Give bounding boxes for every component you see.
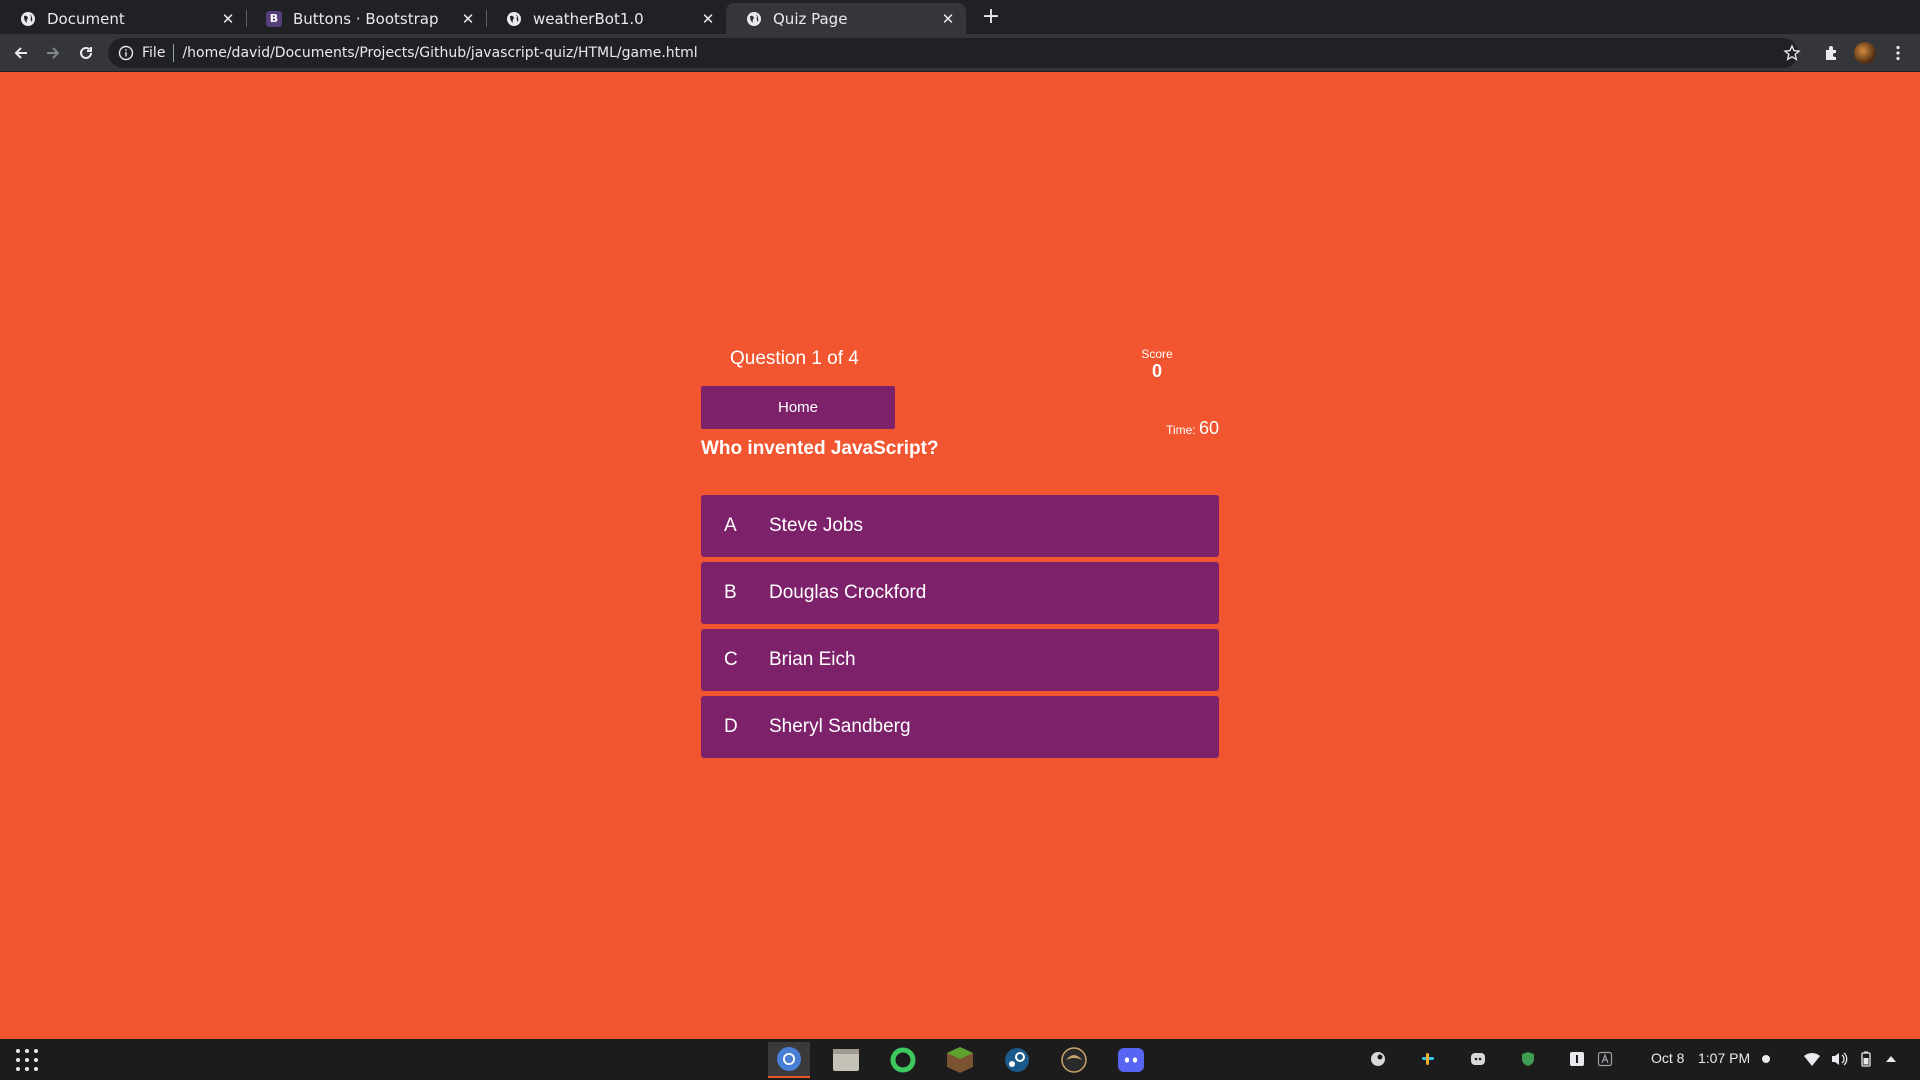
dock-spotify[interactable] <box>882 1042 924 1078</box>
omnibox-divider <box>173 44 175 62</box>
bootstrap-icon: B <box>266 10 282 27</box>
choice-prefix: B <box>724 582 737 603</box>
page-viewport: Question 1 of 4 Score 0 Home Time: 60 Wh… <box>0 73 1920 1039</box>
browser-toolbar: File /home/david/Documents/Projects/Gith… <box>0 34 1920 72</box>
dock-steam[interactable] <box>996 1042 1038 1078</box>
question-progress: Question 1 of 4 <box>730 348 859 369</box>
info-icon[interactable] <box>118 45 134 61</box>
tab-quiz-page[interactable]: Quiz Page ✕ <box>726 3 966 34</box>
chevron-up-icon[interactable] <box>1882 1050 1900 1068</box>
spotify-icon <box>890 1047 916 1073</box>
dock-chrome[interactable] <box>768 1042 810 1078</box>
choice-text: Brian Eich <box>769 649 856 670</box>
tab-title: weatherBot1.0 <box>533 9 644 28</box>
choice-d-button[interactable]: D Sheryl Sandberg <box>701 696 1219 758</box>
dock-files[interactable] <box>825 1042 867 1078</box>
address-bar[interactable]: File /home/david/Documents/Projects/Gith… <box>108 38 1798 68</box>
browser-menu-button[interactable] <box>1886 41 1910 65</box>
close-icon[interactable]: ✕ <box>936 10 960 28</box>
choice-prefix: A <box>724 515 737 536</box>
new-tab-button[interactable]: + <box>976 3 1006 33</box>
forward-button[interactable] <box>41 41 65 65</box>
more-vert-icon <box>1896 45 1900 61</box>
choice-text: Douglas Crockford <box>769 582 927 603</box>
globe-icon <box>20 11 36 27</box>
shield-tray-icon[interactable] <box>1519 1050 1537 1068</box>
profile-avatar[interactable] <box>1854 42 1876 64</box>
score-value: 0 <box>1151 361 1162 381</box>
close-icon[interactable]: ✕ <box>456 10 480 28</box>
discord-tray-icon[interactable] <box>1469 1050 1487 1068</box>
globe-icon <box>506 11 522 27</box>
home-button[interactable]: Home <box>701 386 895 429</box>
dock-app[interactable] <box>1053 1042 1095 1078</box>
choice-b-button[interactable]: B Douglas Crockford <box>701 562 1219 624</box>
workspace-1-icon[interactable] <box>1568 1050 1586 1068</box>
tab-title: Buttons · Bootstrap <box>293 9 439 28</box>
back-button[interactable] <box>9 41 33 65</box>
reload-button[interactable] <box>74 41 98 65</box>
quiz-container: Question 1 of 4 Score 0 Home Time: 60 Wh… <box>701 73 1219 1039</box>
globe-icon <box>746 11 762 27</box>
dock-discord[interactable] <box>1110 1042 1152 1078</box>
tab-buttons-bootstrap[interactable]: B Buttons · Bootstrap ✕ <box>246 3 486 34</box>
time-label: Time: <box>1166 423 1196 437</box>
score-label: Score <box>1141 347 1173 361</box>
battery-icon[interactable] <box>1857 1050 1875 1068</box>
puzzle-icon <box>1826 46 1836 60</box>
input-method-icon[interactable] <box>1596 1050 1614 1068</box>
steam-tray-icon[interactable] <box>1369 1050 1387 1068</box>
slack-tray-icon[interactable] <box>1419 1050 1437 1068</box>
arrow-right-icon <box>47 47 60 59</box>
discord-icon <box>1118 1048 1144 1072</box>
star-icon <box>1783 44 1801 61</box>
choice-c-button[interactable]: C Brian Eich <box>701 629 1219 691</box>
volume-icon[interactable] <box>1830 1050 1848 1068</box>
taskbar: Oct 8 1:07 PM <box>0 1039 1920 1080</box>
tab-title: Quiz Page <box>773 9 848 28</box>
minecraft-icon <box>947 1047 973 1073</box>
chrome-icon <box>777 1047 801 1071</box>
time-text[interactable]: 1:07 PM <box>1698 1050 1750 1066</box>
tab-title: Document <box>47 9 125 28</box>
notification-dot-icon <box>1757 1050 1775 1068</box>
wifi-icon[interactable] <box>1803 1050 1821 1068</box>
choice-prefix: D <box>724 716 738 737</box>
choice-text: Steve Jobs <box>769 515 863 536</box>
app-icon <box>1061 1047 1087 1073</box>
reload-icon <box>80 46 92 59</box>
choice-text: Sheryl Sandberg <box>769 716 911 737</box>
files-icon <box>833 1049 859 1071</box>
scheme-label: File <box>142 45 166 61</box>
tab-document[interactable]: Document ✕ <box>0 3 246 34</box>
url-text[interactable]: /home/david/Documents/Projects/Github/ja… <box>182 45 697 61</box>
date-text[interactable]: Oct 8 <box>1651 1050 1684 1066</box>
arrow-left-icon <box>14 47 27 59</box>
timer: Time: 60 <box>1166 418 1219 439</box>
steam-icon <box>1005 1048 1029 1072</box>
close-icon[interactable]: ✕ <box>696 10 720 28</box>
question-text: Who invented JavaScript? <box>701 438 939 459</box>
extensions-button[interactable] <box>1820 41 1844 65</box>
app-grid-icon[interactable] <box>16 1049 38 1071</box>
tab-weatherbot[interactable]: weatherBot1.0 ✕ <box>486 3 726 34</box>
choice-prefix: C <box>724 649 738 670</box>
dock-minecraft[interactable] <box>939 1042 981 1078</box>
bookmark-star-button[interactable] <box>1780 41 1804 65</box>
close-icon[interactable]: ✕ <box>216 10 240 28</box>
time-value: 60 <box>1198 418 1219 438</box>
choice-a-button[interactable]: A Steve Jobs <box>701 495 1219 557</box>
tab-strip: Document ✕ B Buttons · Bootstrap ✕ weath… <box>0 0 1920 34</box>
choice-list: A Steve Jobs B Douglas Crockford C Brian… <box>701 495 1219 763</box>
